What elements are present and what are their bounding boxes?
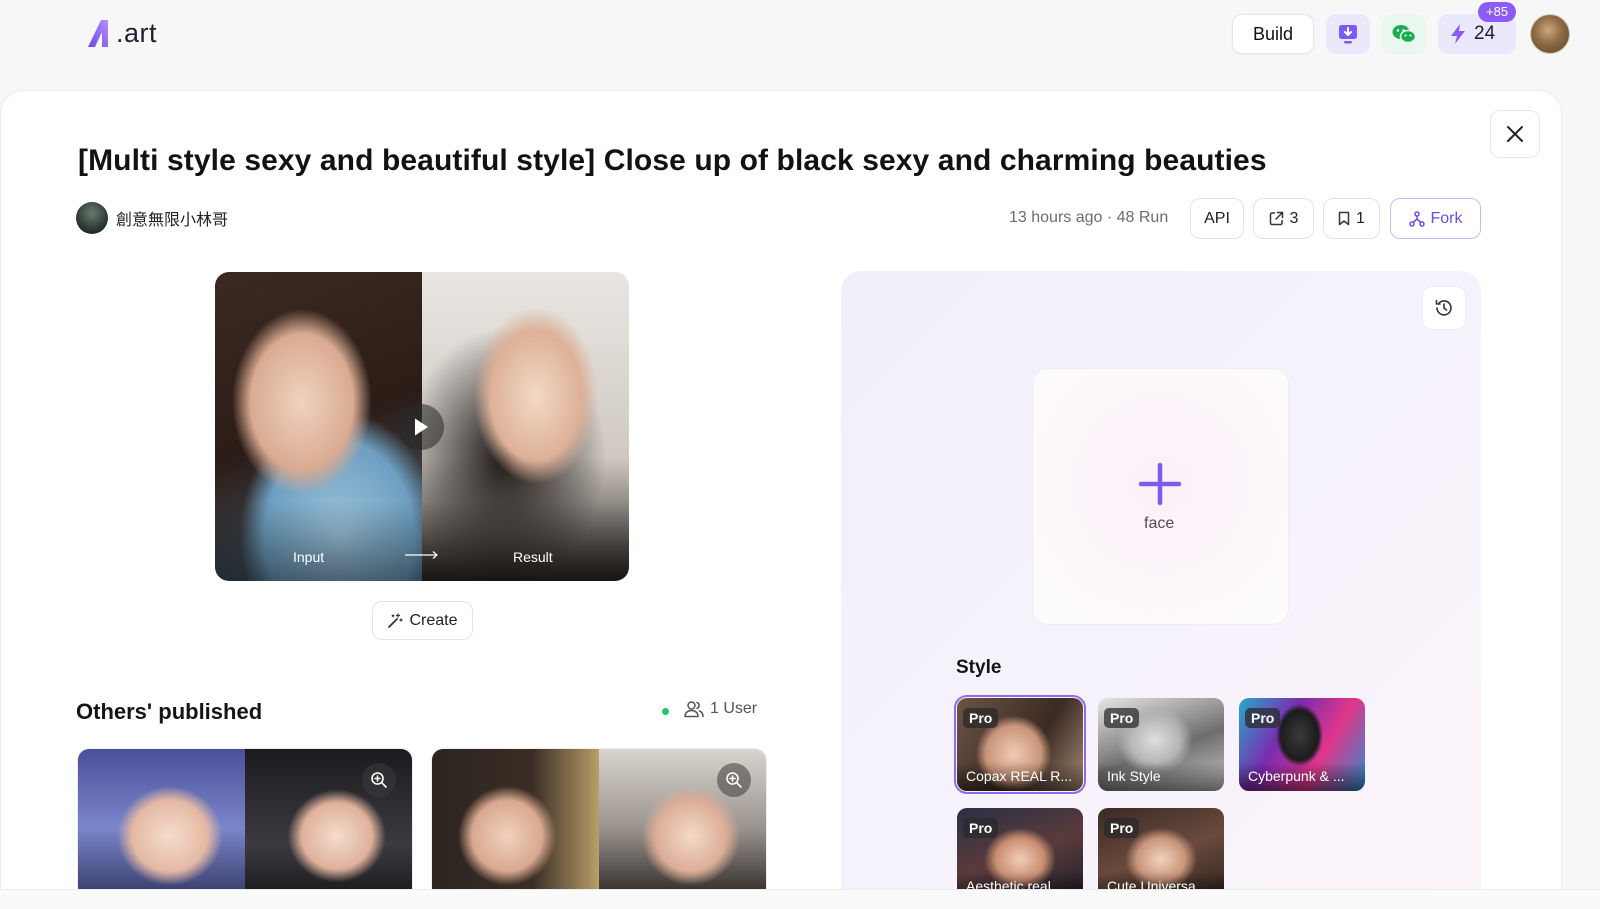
author[interactable]: 創意無限小林哥 <box>76 202 228 234</box>
style-option[interactable]: Pro Cute Universa... <box>1098 808 1224 901</box>
bookmark-count: 1 <box>1356 209 1365 227</box>
build-button[interactable]: Build <box>1232 14 1314 54</box>
lightning-icon <box>1451 24 1465 44</box>
wechat-button[interactable] <box>1382 14 1426 54</box>
style-name: Copax REAL R... <box>957 762 1083 791</box>
online-indicator <box>662 708 669 715</box>
others-published-title: Others' published <box>76 699 263 724</box>
pro-badge: Pro <box>963 818 999 838</box>
download-app-button[interactable] <box>1326 14 1370 54</box>
style-option[interactable]: Pro Cyberpunk & ... <box>1239 698 1365 791</box>
published-input-image <box>432 749 599 907</box>
page-title: [Multi style sexy and beautiful style] C… <box>78 144 1267 177</box>
credits-value: 24 <box>1474 23 1496 44</box>
users-icon <box>684 701 704 718</box>
plus-icon <box>1138 462 1182 506</box>
magic-wand-icon <box>388 612 404 628</box>
pro-badge: Pro <box>1245 708 1281 728</box>
style-name: Cyberpunk & ... <box>1239 762 1365 791</box>
style-option[interactable]: Pro Ink Style <box>1098 698 1224 791</box>
close-button[interactable] <box>1490 110 1540 158</box>
users-count: 1 User <box>684 700 757 718</box>
play-button[interactable] <box>398 404 444 450</box>
credits-badge: +85 <box>1478 2 1517 22</box>
history-button[interactable] <box>1422 286 1466 330</box>
history-icon <box>1435 299 1452 316</box>
play-icon <box>415 418 428 436</box>
users-label: 1 User <box>710 700 758 717</box>
style-name: Ink Style <box>1098 762 1224 791</box>
result-image <box>422 272 629 581</box>
top-bar: .art Build 24 +85 <box>0 0 1600 70</box>
logo[interactable]: .art <box>86 14 157 48</box>
page-bottom-edge <box>0 889 1600 909</box>
author-name[interactable]: 創意無限小林哥 <box>116 206 228 230</box>
share-icon <box>1269 211 1283 226</box>
share-button[interactable]: 3 <box>1253 198 1314 239</box>
download-monitor-icon <box>1339 25 1357 44</box>
input-image <box>215 272 422 581</box>
create-button[interactable]: Create <box>372 601 473 640</box>
result-label: Result <box>513 549 553 565</box>
fork-icon <box>1408 210 1425 227</box>
arrow-right-icon <box>405 551 438 559</box>
api-button[interactable]: API <box>1190 198 1244 239</box>
published-input-image <box>78 749 245 907</box>
user-avatar[interactable] <box>1530 14 1570 54</box>
zoom-in-icon <box>371 772 387 788</box>
style-section-title: Style <box>956 657 1002 678</box>
bookmark-icon <box>1338 211 1350 226</box>
zoom-button[interactable] <box>717 763 751 797</box>
input-label: Input <box>293 549 325 565</box>
fork-button[interactable]: Fork <box>1390 198 1481 239</box>
api-label: API <box>1204 209 1230 227</box>
style-option[interactable]: Pro Aesthetic real... <box>957 808 1083 901</box>
wechat-icon <box>1392 25 1416 44</box>
share-count: 3 <box>1289 209 1299 227</box>
pro-badge: Pro <box>1104 708 1140 728</box>
bookmark-button[interactable]: 1 <box>1323 198 1380 239</box>
zoom-button[interactable] <box>362 763 396 797</box>
published-item[interactable] <box>431 748 767 908</box>
create-label: Create <box>409 611 458 629</box>
style-option[interactable]: Pro Copax REAL R... <box>954 695 1086 794</box>
logo-text: .art <box>116 18 158 48</box>
a-logo-icon <box>88 20 108 47</box>
run-meta: 13 hours ago · 48 Run <box>1009 209 1169 226</box>
close-icon <box>1507 126 1523 142</box>
pro-badge: Pro <box>1104 818 1140 838</box>
pro-badge: Pro <box>963 708 999 728</box>
author-avatar[interactable] <box>76 202 108 234</box>
upload-label: face <box>1144 515 1175 532</box>
zoom-in-icon <box>726 772 742 788</box>
fork-label: Fork <box>1430 209 1463 227</box>
